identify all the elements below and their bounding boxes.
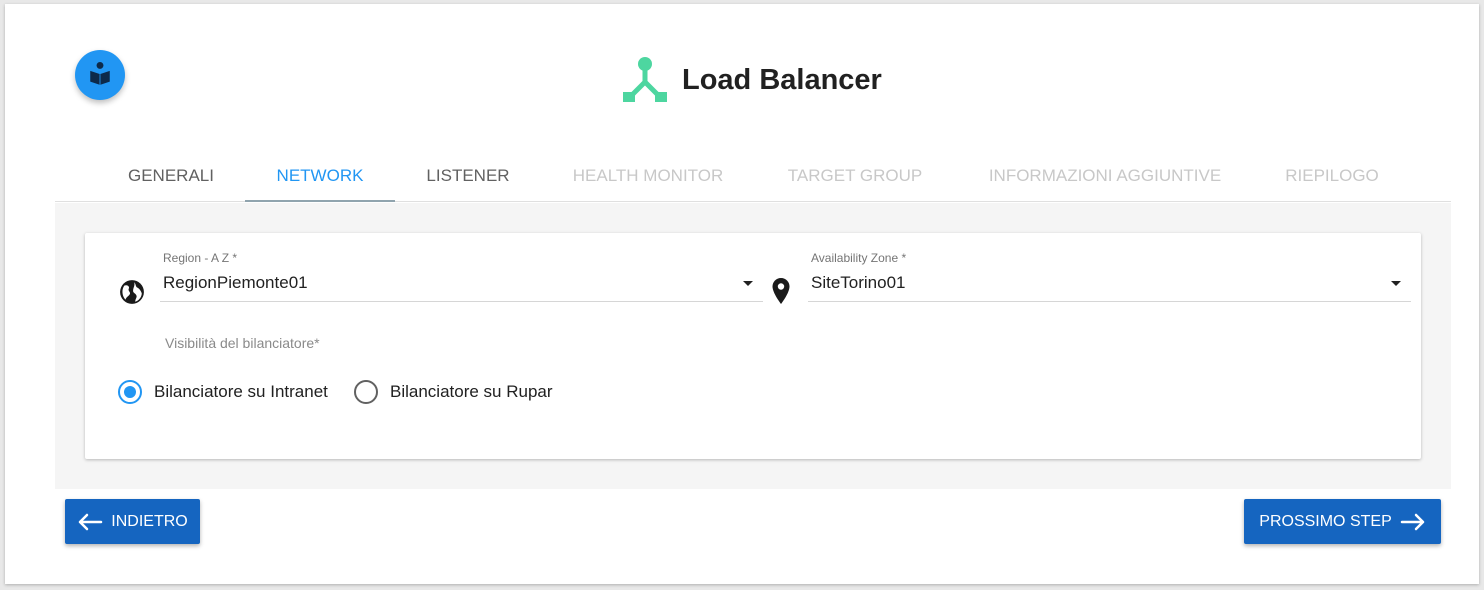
page-header: Load Balancer xyxy=(620,56,882,104)
region-underline xyxy=(160,301,763,302)
chevron-down-icon[interactable] xyxy=(743,281,753,286)
load-balancer-icon xyxy=(620,56,670,104)
globe-icon xyxy=(119,279,145,310)
back-button-label: INDIETRO xyxy=(111,512,188,530)
chevron-down-icon[interactable] xyxy=(1391,281,1401,286)
radio-intranet[interactable]: Bilanciatore su Intranet xyxy=(118,379,328,405)
arrow-right-icon xyxy=(1400,513,1426,531)
active-tab-indicator xyxy=(245,200,395,202)
radio-checked-icon[interactable] xyxy=(118,380,142,404)
radio-rupar[interactable]: Bilanciatore su Rupar xyxy=(354,379,553,405)
tab-network[interactable]: NETWORK xyxy=(245,150,395,202)
back-button[interactable]: INDIETRO xyxy=(65,499,200,544)
tab-generali[interactable]: GENERALI xyxy=(97,150,245,202)
location-pin-icon xyxy=(771,277,791,310)
page-title: Load Balancer xyxy=(682,63,882,96)
tab-riepilogo: RIEPILOGO xyxy=(1285,166,1379,185)
tab-target-group: TARGET GROUP xyxy=(787,166,923,185)
availability-zone-value: SiteTorino01 xyxy=(811,273,906,292)
arrow-left-icon xyxy=(77,513,103,531)
tab-health-monitor: HEALTH MONITOR xyxy=(572,166,724,185)
availability-zone-underline xyxy=(808,301,1411,302)
network-form-card: Region - A Z * RegionPiemonte01 Availabi… xyxy=(85,233,1421,459)
visibility-label: Visibilità del bilanciatore* xyxy=(165,335,320,351)
region-value: RegionPiemonte01 xyxy=(163,273,308,292)
next-step-button[interactable]: PROSSIMO STEP xyxy=(1244,499,1441,544)
help-button[interactable] xyxy=(75,50,125,100)
availability-zone-select[interactable]: Availability Zone * SiteTorino01 xyxy=(808,251,1411,305)
step-panel: Region - A Z * RegionPiemonte01 Availabi… xyxy=(55,203,1451,489)
region-label: Region - A Z * xyxy=(163,251,238,265)
radio-intranet-label: Bilanciatore su Intranet xyxy=(154,382,328,401)
availability-zone-label: Availability Zone * xyxy=(811,251,907,265)
region-select[interactable]: Region - A Z * RegionPiemonte01 xyxy=(160,251,763,305)
radio-rupar-label: Bilanciatore su Rupar xyxy=(390,382,553,401)
tab-listener[interactable]: LISTENER xyxy=(395,150,541,202)
next-step-button-label: PROSSIMO STEP xyxy=(1259,512,1392,530)
book-reader-icon xyxy=(87,60,113,91)
tab-informazioni-aggiuntive: INFORMAZIONI AGGIUNTIVE xyxy=(988,166,1222,185)
radio-unchecked-icon[interactable] xyxy=(354,380,378,404)
wizard-tabs: GENERALI NETWORK LISTENER HEALTH MONITOR… xyxy=(55,150,1451,202)
